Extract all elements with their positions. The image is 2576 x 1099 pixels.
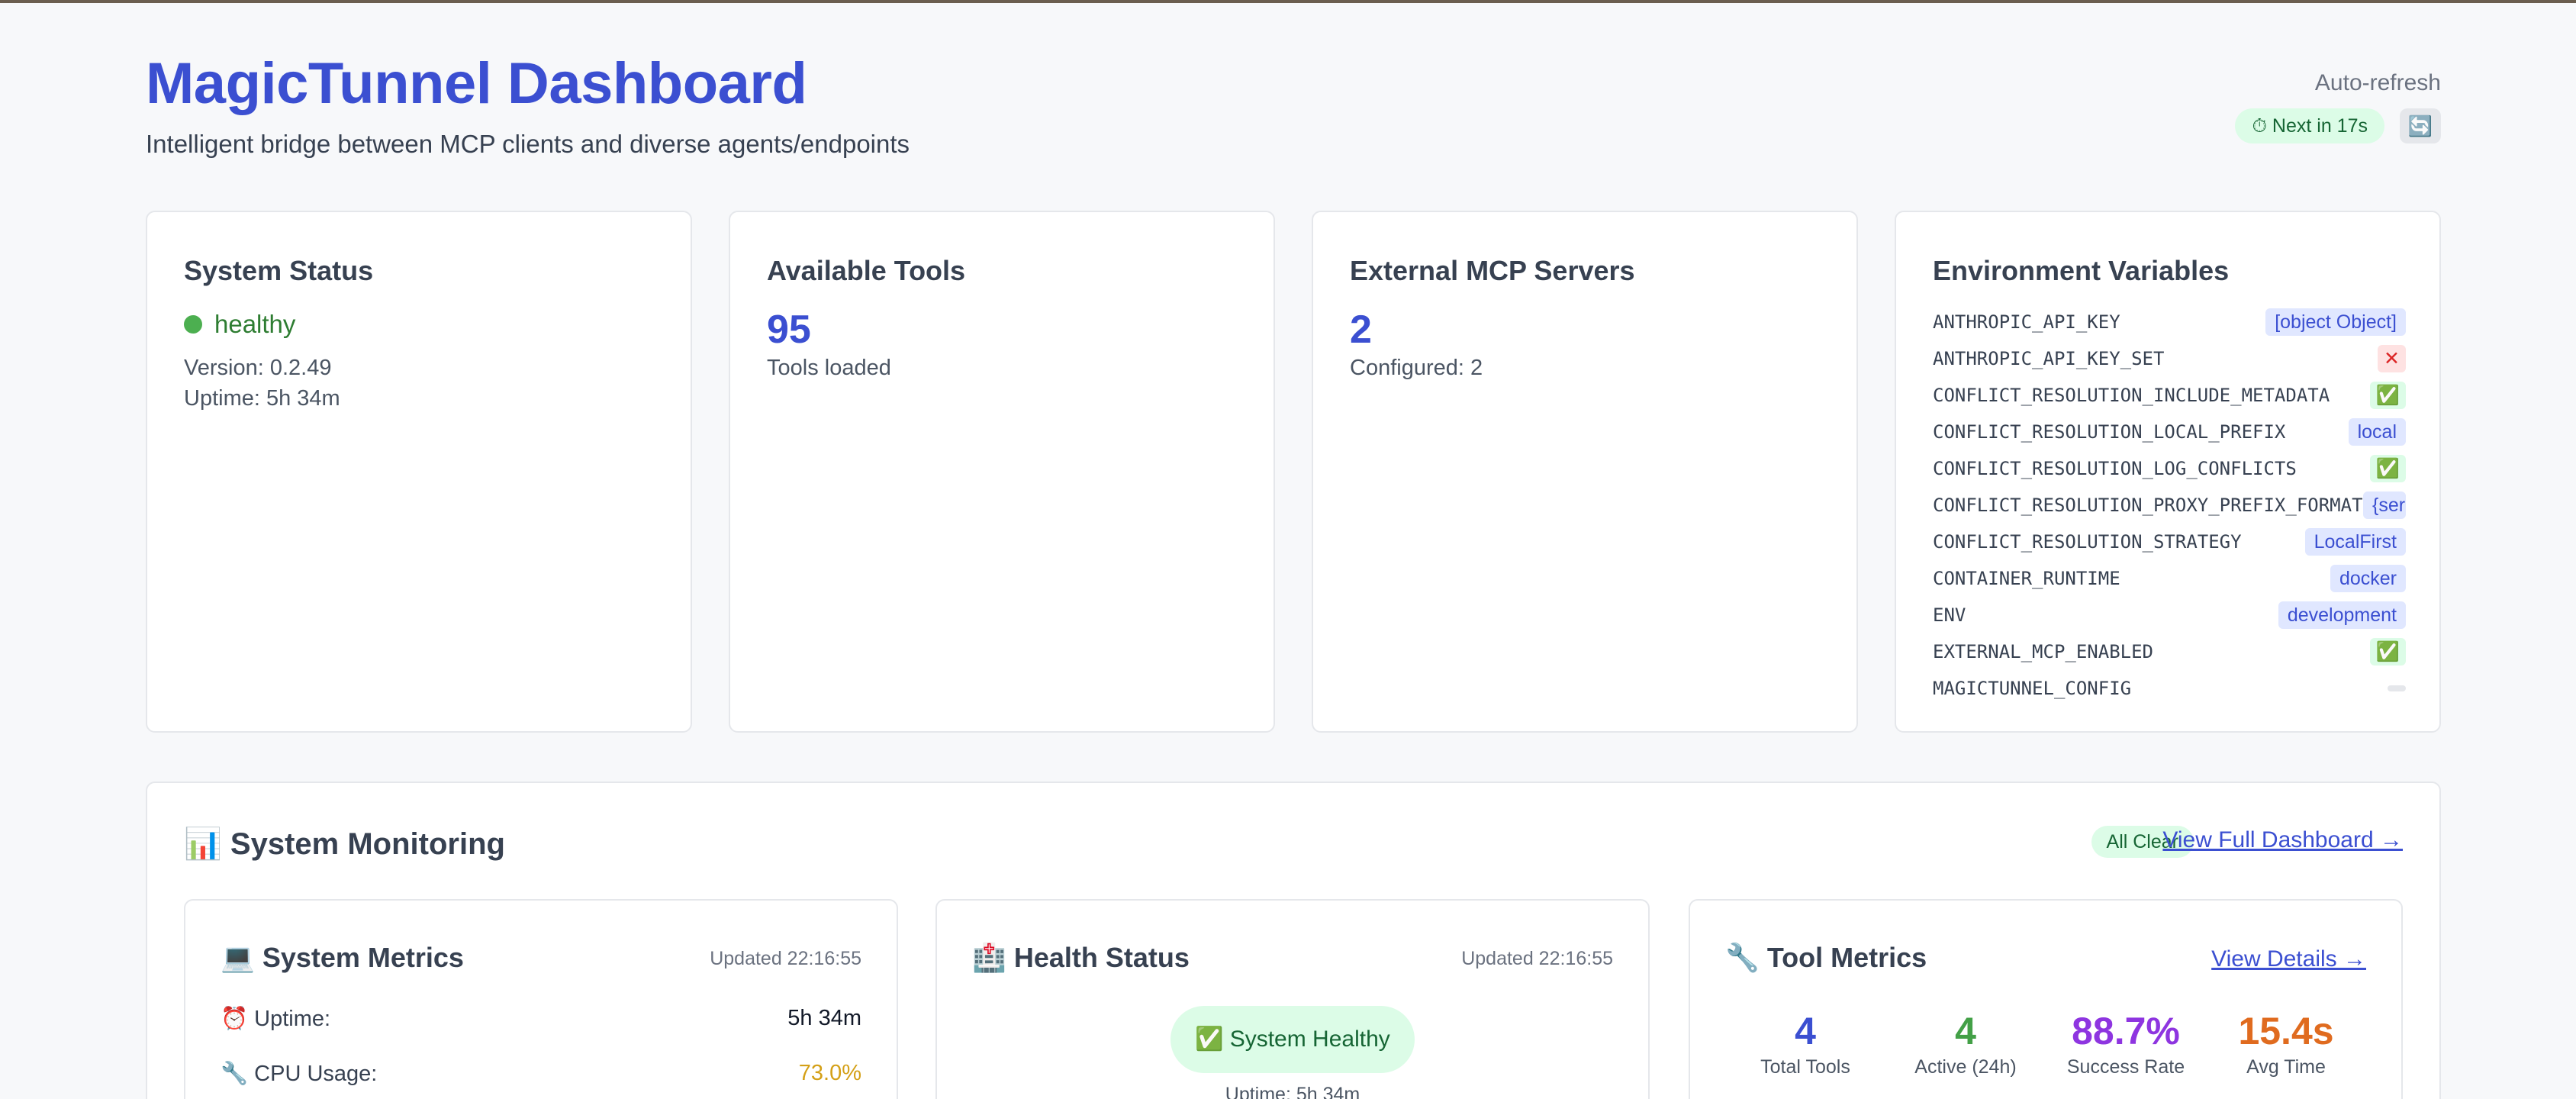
summary-cards: System Status healthy Version: 0.2.49 Up… [146, 211, 2441, 733]
env-var-key: EXTERNAL_MCP_ENABLED [1933, 641, 2153, 662]
dashboard-page: MagicTunnel Dashboard Intelligent bridge… [146, 0, 2441, 1099]
panel-title: 🔧 Tool Metrics [1725, 942, 1927, 973]
metric-number: 4 [1795, 1010, 1816, 1052]
metric-number: 15.4s [2238, 1010, 2334, 1052]
metric-number: 88.7% [2072, 1010, 2180, 1052]
env-var-key: ANTHROPIC_API_KEY_SET [1933, 348, 2165, 369]
version-text: Version: 0.2.49 [184, 356, 332, 380]
uptime-metric-row: ⏰ Uptime: 5h 34m [221, 1006, 861, 1036]
env-var-key: CONFLICT_RESOLUTION_LOCAL_PREFIX [1933, 421, 2286, 443]
servers-count: 2 [1350, 308, 1372, 352]
env-var-key: CONTAINER_RUNTIME [1933, 568, 2120, 589]
env-var-value: docker [2330, 565, 2406, 592]
panel-title: 🏥 Health Status [972, 942, 1190, 973]
env-var-row: ANTHROPIC_API_KEY_SET ✕ [1933, 343, 2406, 380]
status-dot-icon [184, 315, 202, 334]
env-var-row: CONFLICT_RESOLUTION_LOG_CONFLICTS ✅ [1933, 453, 2406, 490]
available-tools-card: Available Tools 95 Tools loaded [729, 211, 1275, 733]
cpu-value: 73.0% [798, 1061, 861, 1085]
tools-count: 95 [767, 308, 811, 352]
page-title: MagicTunnel Dashboard [146, 51, 807, 116]
status-indicator: healthy [184, 310, 295, 339]
refresh-icon[interactable]: 🔄 [2400, 108, 2441, 143]
env-var-row: CONTAINER_RUNTIME docker [1933, 563, 2406, 600]
env-var-row: EXTERNAL_MCP_ENABLED ✅ [1933, 637, 2406, 673]
avg-time-metric: 15.4s Avg Time [2210, 1009, 2362, 1093]
system-status-card: System Status healthy Version: 0.2.49 Up… [146, 211, 692, 733]
updated-timestamp: Updated 22:16:55 [1461, 948, 1613, 969]
env-var-key: CONFLICT_RESOLUTION_LOG_CONFLICTS [1933, 458, 2297, 479]
env-var-key: ANTHROPIC_API_KEY [1933, 311, 2120, 333]
env-var-value: {ser [2363, 491, 2406, 519]
tool-metrics-panel: 🔧 Tool Metrics View Details → 4 Total To… [1689, 899, 2403, 1099]
cross-icon: ✕ [2378, 345, 2406, 372]
env-var-row: CONFLICT_RESOLUTION_STRATEGY LocalFirst [1933, 527, 2406, 563]
environment-variables-card: Environment Variables ANTHROPIC_API_KEY … [1895, 211, 2441, 733]
check-icon: ✅ [2369, 382, 2406, 409]
env-var-row: ANTHROPIC_API_KEY [object Object] [1933, 307, 2406, 343]
tool-metrics-grid: 4 Total Tools 4 Active (24h) 88.7% Succe… [1725, 1009, 2366, 1093]
env-var-row: CONFLICT_RESOLUTION_LOCAL_PREFIX local [1933, 417, 2406, 453]
env-var-row: CONFLICT_RESOLUTION_INCLUDE_METADATA ✅ [1933, 380, 2406, 417]
auto-refresh-panel: Auto-refresh ⏱ Next in 17s 🔄 [2212, 70, 2441, 147]
panel-title: 💻 System Metrics [221, 942, 464, 973]
view-details-link[interactable]: View Details → [2211, 946, 2366, 972]
env-var-value [2388, 685, 2406, 691]
check-icon: ✅ [2369, 455, 2406, 482]
system-monitoring-section: 📊 System Monitoring All Clear View Full … [146, 782, 2441, 1099]
success-rate-metric: 88.7% Success Rate [2050, 1009, 2202, 1093]
uptime-value: 5h 34m [787, 1006, 861, 1030]
system-metrics-panel: 💻 System Metrics Updated 22:16:55 ⏰ Upti… [184, 899, 898, 1099]
status-text: healthy [214, 310, 296, 338]
env-var-key: CONFLICT_RESOLUTION_INCLUDE_METADATA [1933, 385, 2330, 406]
section-title: 📊 System Monitoring [184, 827, 505, 861]
cpu-label: 🔧 CPU Usage: [221, 1062, 378, 1086]
env-var-row: CONFLICT_RESOLUTION_PROXY_PREFIX_FORMAT … [1933, 490, 2406, 527]
total-tools-metric: 4 Total Tools [1729, 1009, 1882, 1093]
env-var-row: MAGICTUNNEL_CONFIG [1933, 673, 2406, 710]
next-refresh-badge: ⏱ Next in 17s [2235, 108, 2384, 143]
cpu-metric-row: 🔧 CPU Usage: 73.0% [221, 1061, 861, 1091]
metric-number: 4 [1955, 1010, 1976, 1052]
env-var-value: local [2348, 418, 2406, 446]
env-var-list[interactable]: ANTHROPIC_API_KEY [object Object] ANTHRO… [1933, 307, 2406, 719]
env-var-key: MAGICTUNNEL_CONFIG [1933, 678, 2132, 699]
metric-caption: Success Rate [2066, 1056, 2185, 1078]
env-var-row: ENV development [1933, 600, 2406, 637]
check-icon: ✅ [2369, 638, 2406, 666]
external-servers-card: External MCP Servers 2 Configured: 2 [1312, 211, 1858, 733]
health-uptime-text: Uptime: 5h 34m [1225, 1084, 1360, 1099]
tools-caption: Tools loaded [767, 356, 891, 380]
servers-caption: Configured: 2 [1350, 356, 1483, 380]
uptime-label: ⏰ Uptime: [221, 1007, 331, 1031]
system-healthy-badge: ✅ System Healthy [1170, 1006, 1415, 1073]
card-title: External MCP Servers [1350, 255, 1635, 286]
env-var-key: ENV [1933, 604, 1966, 626]
page-subtitle: Intelligent bridge between MCP clients a… [146, 130, 910, 158]
card-title: System Status [184, 255, 374, 286]
active-metric: 4 Active (24h) [1889, 1009, 2042, 1093]
dashboard-header: MagicTunnel Dashboard Intelligent bridge… [146, 0, 2441, 211]
env-var-key: CONFLICT_RESOLUTION_STRATEGY [1933, 531, 2242, 553]
auto-refresh-label: Auto-refresh [2314, 70, 2441, 95]
metric-caption: Total Tools [1760, 1056, 1850, 1078]
env-var-key: CONFLICT_RESOLUTION_PROXY_PREFIX_FORMAT [1933, 495, 2363, 516]
health-status-panel: 🏥 Health Status Updated 22:16:55 ✅ Syste… [935, 899, 1650, 1099]
updated-timestamp: Updated 22:16:55 [710, 948, 861, 969]
env-var-value: [object Object] [2265, 308, 2406, 336]
env-var-value: LocalFirst [2304, 528, 2406, 556]
env-var-value: development [2278, 601, 2406, 629]
metric-caption: Avg Time [2246, 1056, 2326, 1078]
uptime-text: Uptime: 5h 34m [184, 386, 340, 411]
view-full-dashboard-link[interactable]: View Full Dashboard → [2162, 827, 2403, 853]
metric-caption: Active (24h) [1914, 1056, 2017, 1078]
card-title: Environment Variables [1933, 255, 2230, 286]
card-title: Available Tools [767, 255, 966, 286]
